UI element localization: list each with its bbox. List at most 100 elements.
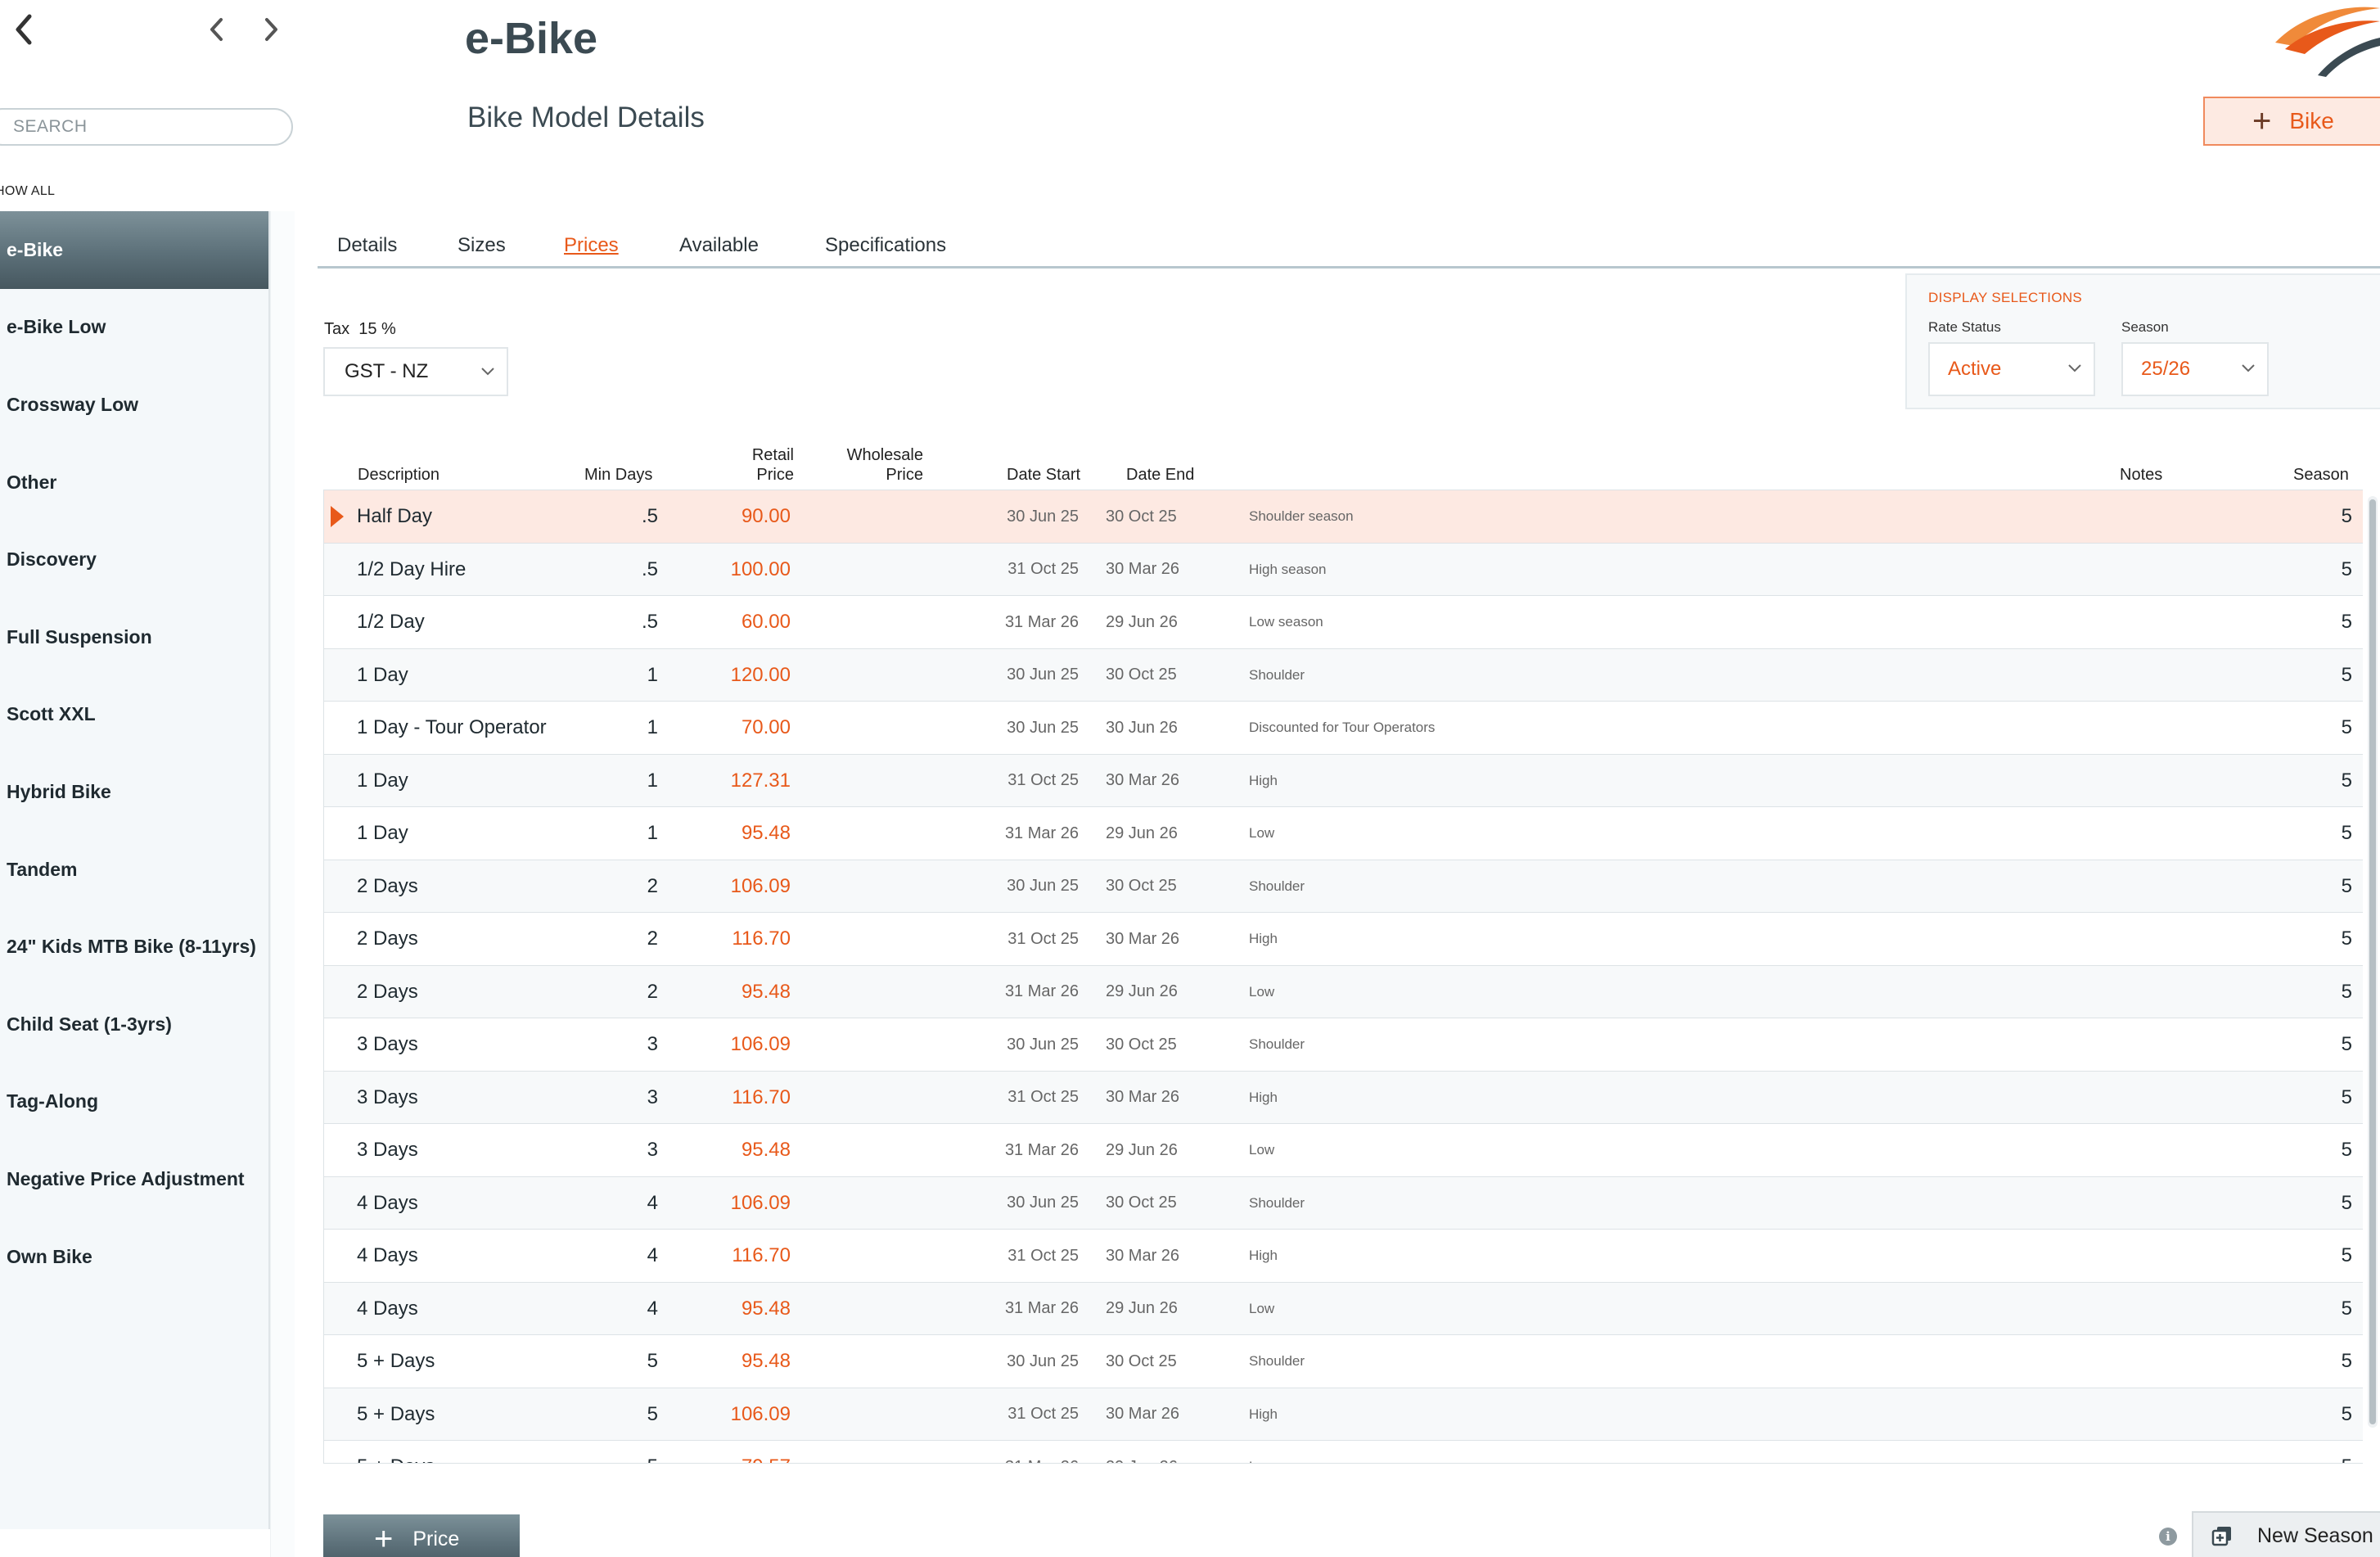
column-header-notes[interactable]: Notes bbox=[2120, 465, 2162, 485]
table-row[interactable]: 4 Days 4 95.48 31 Mar 26 29 Jun 26 Low 5 bbox=[324, 1282, 2363, 1335]
sidebar-item[interactable]: Tag-Along bbox=[0, 1063, 268, 1141]
cell-description: 1 Day bbox=[357, 822, 408, 845]
table-row[interactable]: 1 Day - Tour Operator 1 70.00 30 Jun 25 30 J… bbox=[324, 702, 2363, 755]
new-season-button[interactable]: New Season bbox=[2192, 1511, 2380, 1557]
rate-status-value: Active bbox=[1948, 358, 2002, 380]
next-record-button[interactable] bbox=[260, 15, 283, 44]
sidebar-item[interactable]: Own Bike bbox=[0, 1218, 268, 1296]
cell-date-start: 31 Mar 26 bbox=[1004, 982, 1079, 1001]
cell-notes: High bbox=[1249, 1089, 1278, 1105]
sidebar-item[interactable]: Other bbox=[0, 444, 268, 521]
add-price-button[interactable]: + Price bbox=[323, 1514, 520, 1557]
column-header-date-end[interactable]: Date End bbox=[1126, 465, 1194, 485]
table-row[interactable]: 2 Days 2 95.48 31 Mar 26 29 Jun 26 Low 5 bbox=[324, 965, 2363, 1018]
column-header-season[interactable]: Season bbox=[2293, 465, 2349, 485]
sidebar-item[interactable]: Tandem bbox=[0, 831, 268, 909]
sidebar-item[interactable]: Discovery bbox=[0, 521, 268, 598]
table-row[interactable]: 1/2 Day .5 60.00 31 Mar 26 29 Jun 26 Low seas… bbox=[324, 596, 2363, 649]
table-scrollbar-thumb[interactable] bbox=[2369, 499, 2376, 1424]
sidebar-item[interactable]: 24" Kids MTB Bike (8-11yrs) bbox=[0, 908, 268, 986]
cell-notes: Low season bbox=[1249, 614, 1323, 630]
table-row[interactable]: 1/2 Day Hire .5 100.00 31 Oct 25 30 Mar 26 Hi… bbox=[324, 543, 2363, 596]
tab-details[interactable]: Details bbox=[337, 234, 397, 257]
cell-date-start: 30 Jun 25 bbox=[1007, 666, 1079, 684]
cell-season: 5 bbox=[2341, 663, 2352, 686]
cell-date-end: 29 Jun 26 bbox=[1106, 1140, 1178, 1159]
table-row[interactable]: 3 Days 3 95.48 31 Mar 26 29 Jun 26 Low 5 bbox=[324, 1124, 2363, 1177]
sidebar-item[interactable]: Child Seat (1-3yrs) bbox=[0, 986, 268, 1063]
column-header-description[interactable]: Description bbox=[358, 465, 439, 485]
cell-retail-price: 106.09 bbox=[730, 1033, 791, 1056]
tab-specifications[interactable]: Specifications bbox=[825, 234, 946, 257]
show-all-link[interactable]: HOW ALL bbox=[0, 184, 55, 199]
rate-status-select[interactable]: Active bbox=[1928, 342, 2095, 396]
table-row[interactable]: 4 Days 4 116.70 31 Oct 25 30 Mar 26 High 5 bbox=[324, 1230, 2363, 1283]
tab-available[interactable]: Available bbox=[679, 234, 759, 257]
cell-retail-price: 120.00 bbox=[730, 663, 791, 686]
cell-description: 2 Days bbox=[357, 927, 418, 950]
cell-min-days: 5 bbox=[584, 1441, 658, 1463]
tab-sizes[interactable]: Sizes bbox=[458, 234, 506, 257]
cell-season: 5 bbox=[2341, 874, 2352, 897]
cell-min-days: 3 bbox=[647, 1033, 658, 1056]
sidebar-item[interactable]: Scott XXL bbox=[0, 676, 268, 754]
cell-retail-price: 116.70 bbox=[732, 927, 791, 950]
cell-description: 5 + Days bbox=[357, 1441, 435, 1463]
cell-season: 5 bbox=[2341, 716, 2352, 739]
season-select[interactable]: 25/26 bbox=[2121, 342, 2269, 396]
cell-date-start: 30 Jun 25 bbox=[1007, 1194, 1079, 1212]
cell-date-end: 29 Jun 26 bbox=[1106, 1299, 1178, 1318]
rate-status-label: Rate Status bbox=[1928, 319, 2001, 335]
chevron-down-icon bbox=[2242, 364, 2255, 372]
display-selections-title: DISPLAY SELECTIONS bbox=[1928, 290, 2083, 305]
cell-date-end: 30 Mar 26 bbox=[1106, 1088, 1180, 1107]
cell-min-days: 1 bbox=[647, 663, 658, 686]
cell-notes: High bbox=[1249, 772, 1278, 788]
back-button[interactable] bbox=[10, 11, 38, 47]
cell-date-start: 31 Mar 26 bbox=[1004, 1140, 1079, 1159]
add-bike-button[interactable]: + Bike bbox=[2203, 97, 2380, 146]
sidebar-item[interactable]: Hybrid Bike bbox=[0, 753, 268, 831]
cell-season: 5 bbox=[2341, 1139, 2352, 1162]
cell-season: 5 bbox=[2341, 1191, 2352, 1214]
column-header-wholesale-price[interactable]: Wholesale Price bbox=[833, 445, 923, 485]
tax-select[interactable]: GST - NZ bbox=[323, 347, 508, 396]
table-row[interactable]: 5 + Days 5 95.48 30 Jun 25 30 Oct 25 Shoulder… bbox=[324, 1335, 2363, 1388]
table-row[interactable]: 2 Days 2 106.09 30 Jun 25 30 Oct 25 Shoulder 5 bbox=[324, 860, 2363, 913]
tab-prices[interactable]: Prices bbox=[564, 234, 619, 257]
cell-min-days: .5 bbox=[641, 505, 658, 528]
sidebar-item[interactable]: Crossway Low bbox=[0, 366, 268, 444]
plus-icon: + bbox=[2252, 103, 2272, 139]
sidebar-item[interactable]: Full Suspension bbox=[0, 598, 268, 676]
tax-label: Tax 15 % bbox=[324, 320, 396, 339]
info-icon[interactable]: i bbox=[2159, 1528, 2177, 1546]
previous-record-button[interactable] bbox=[205, 15, 228, 44]
table-row[interactable]: Half Day .5 90.00 30 Jun 25 30 Oct 25 Shoulde… bbox=[324, 490, 2363, 544]
cell-description: 4 Days bbox=[357, 1191, 418, 1214]
cell-notes: Shoulder season bbox=[1249, 508, 1354, 525]
column-header-min-days[interactable]: Min Days bbox=[584, 465, 652, 485]
cell-min-days: 4 bbox=[647, 1191, 658, 1214]
sidebar-item[interactable]: e-Bike bbox=[0, 211, 268, 289]
table-row[interactable]: 5 + Days 5 79.57 31 Mar 26 29 Jun 26 Low 5 bbox=[324, 1441, 2363, 1463]
sidebar-item[interactable]: e-Bike Low bbox=[0, 289, 268, 367]
cell-date-end: 30 Oct 25 bbox=[1106, 507, 1177, 526]
sidebar-item[interactable]: Negative Price Adjustment bbox=[0, 1140, 268, 1218]
cell-date-end: 30 Oct 25 bbox=[1106, 1035, 1177, 1054]
table-row[interactable]: 4 Days 4 106.09 30 Jun 25 30 Oct 25 Shoulder 5 bbox=[324, 1176, 2363, 1230]
table-row[interactable]: 3 Days 3 116.70 31 Oct 25 30 Mar 26 High 5 bbox=[324, 1071, 2363, 1124]
new-season-label: New Season bbox=[2257, 1523, 2373, 1547]
column-header-date-start[interactable]: Date Start bbox=[1007, 465, 1080, 485]
table-row[interactable]: 2 Days 2 116.70 31 Oct 25 30 Mar 26 High 5 bbox=[324, 913, 2363, 966]
table-row[interactable]: 1 Day 1 95.48 31 Mar 26 29 Jun 26 Low 5 bbox=[324, 807, 2363, 860]
table-row[interactable]: 1 Day 1 127.31 31 Oct 25 30 Mar 26 High 5 bbox=[324, 754, 2363, 807]
cell-min-days: 2 bbox=[647, 874, 658, 897]
column-header-retail-price[interactable]: Retail Price bbox=[737, 445, 794, 485]
table-row[interactable]: 1 Day 1 120.00 30 Jun 25 30 Oct 25 Shoulder 5 bbox=[324, 648, 2363, 702]
search-input[interactable] bbox=[0, 108, 293, 146]
cell-min-days: 4 bbox=[647, 1244, 658, 1267]
table-row[interactable]: 3 Days 3 106.09 30 Jun 25 30 Oct 25 Shoulder 5 bbox=[324, 1018, 2363, 1072]
table-row[interactable]: 5 + Days 5 106.09 31 Oct 25 30 Mar 26 High 5 bbox=[324, 1388, 2363, 1441]
cell-notes: Low bbox=[1249, 1142, 1275, 1158]
cell-date-start: 31 Oct 25 bbox=[1007, 771, 1079, 790]
